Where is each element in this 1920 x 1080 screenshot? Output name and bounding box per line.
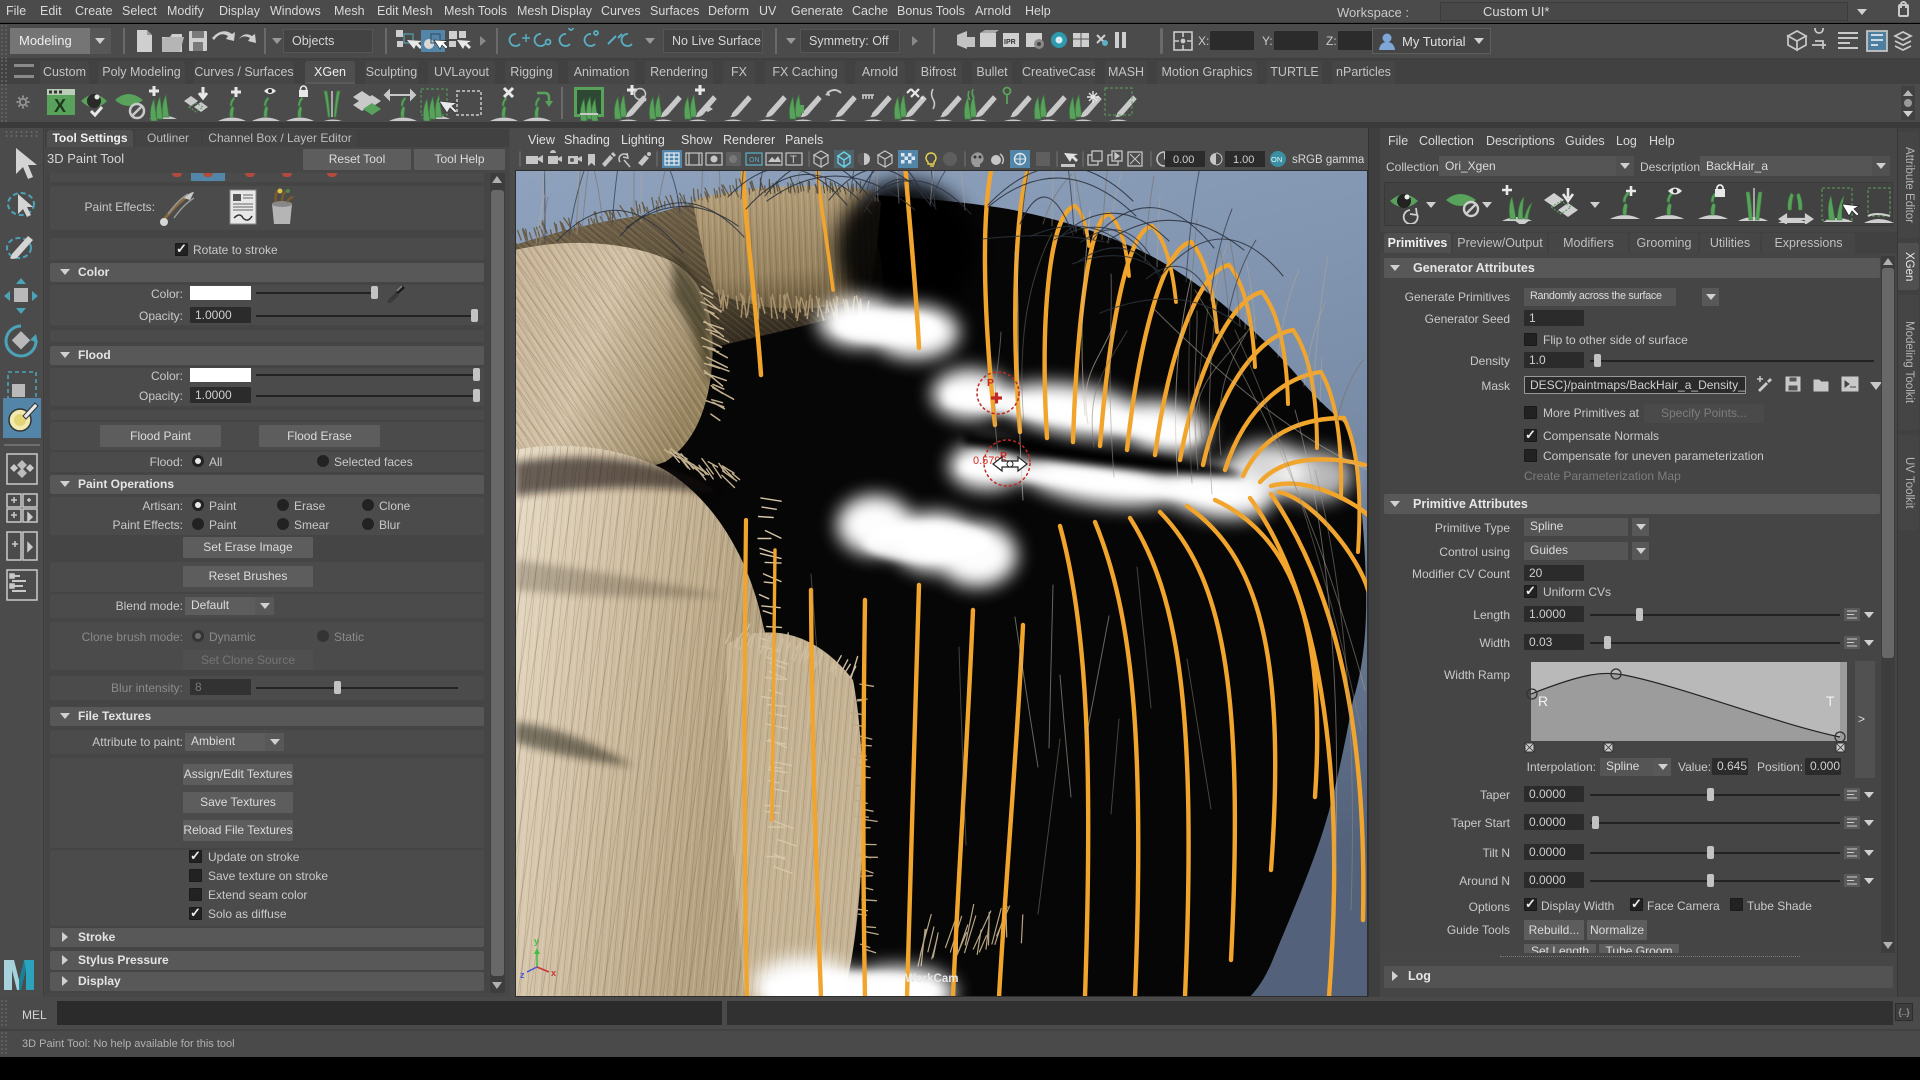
svg-text:ON: ON (1271, 155, 1282, 164)
svg-text:WorkCam: WorkCam (905, 973, 958, 985)
svg-text:ON: ON (749, 157, 760, 164)
svg-text:R: R (1538, 693, 1548, 709)
svg-text:1.00: 1.00 (1233, 154, 1254, 166)
svg-text:z: z (520, 970, 525, 980)
svg-text:X: X (54, 96, 66, 116)
svg-text:T: T (790, 154, 797, 166)
svg-text:sRGB gamma: sRGB gamma (1292, 154, 1364, 166)
svg-text:T: T (1826, 693, 1835, 709)
svg-text:IPR: IPR (1004, 39, 1016, 46)
svg-text:P: P (987, 377, 994, 389)
svg-text:0.00: 0.00 (1173, 154, 1194, 166)
svg-text:x: x (551, 968, 556, 978)
svg-text:y: y (534, 936, 539, 946)
